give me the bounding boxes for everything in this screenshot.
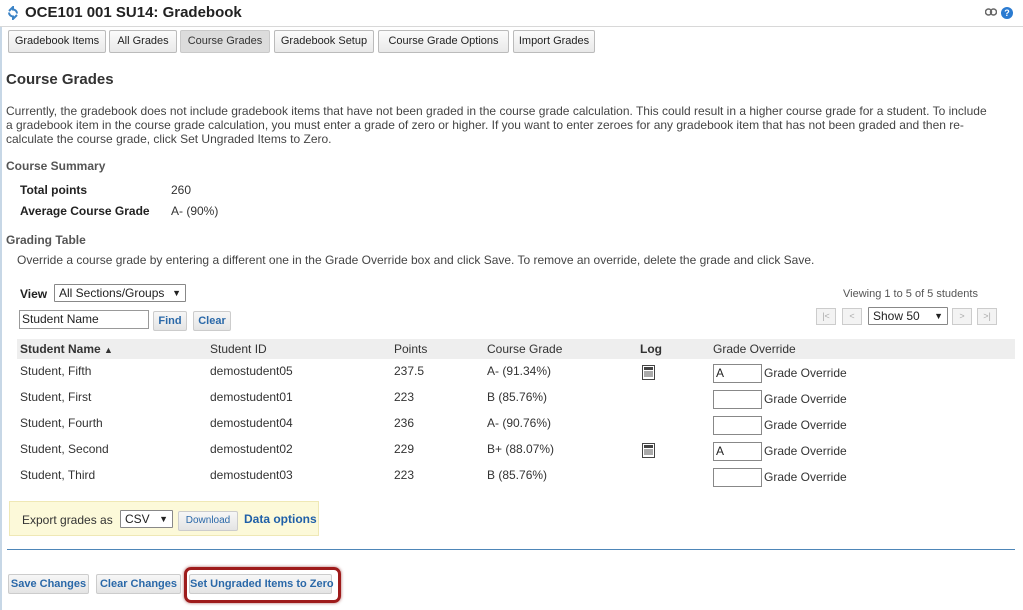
dropdown-arrow-icon: ▼ [934,311,943,321]
tab-course-grade-options[interactable]: Course Grade Options [378,30,509,53]
divider [7,549,1015,550]
download-button[interactable]: Download [178,511,238,531]
student-search-input[interactable]: Student Name [19,310,149,329]
refresh-icon[interactable] [7,6,19,20]
section-heading: Course Grades [6,71,114,88]
intro-line-2: a gradebook item in the course grade cal… [6,118,964,132]
log-icon[interactable] [642,443,655,458]
prev-page-button[interactable]: < [842,308,862,325]
grade-override-input[interactable] [713,468,762,487]
export-label: Export grades as [22,513,113,527]
left-border [0,27,2,610]
course-grade-cell: B (85.76%) [487,390,548,404]
clear-changes-button[interactable]: Clear Changes [96,574,181,594]
grading-table-heading: Grading Table [6,233,86,247]
tab-gradebook-items[interactable]: Gradebook Items [8,30,106,53]
data-options-link[interactable]: Data options [244,512,317,526]
view-section-select[interactable]: All Sections/Groups ▼ [54,284,186,302]
points-cell: 223 [394,468,415,482]
tab-import-grades[interactable]: Import Grades [513,30,595,53]
total-points-value: 260 [171,183,192,197]
grade-override-label: Grade Override [764,366,847,380]
clear-search-button[interactable]: Clear [193,311,231,331]
save-changes-button[interactable]: Save Changes [8,574,89,594]
student-name-cell: Student, Fourth [20,416,103,430]
next-page-button[interactable]: > [952,308,972,325]
tab-gradebook-setup[interactable]: Gradebook Setup [274,30,374,53]
average-grade-label: Average Course Grade [20,204,150,218]
column-course-grade[interactable]: Course Grade [487,342,562,356]
student-id-cell: demostudent03 [210,468,293,482]
points-cell: 223 [394,390,415,404]
highlight-annotation [184,567,341,603]
column-student-name-label: Student Name [20,342,101,356]
course-grade-cell: B (85.76%) [487,468,548,482]
page-title: OCE101 001 SU14: Gradebook [25,4,242,21]
grade-override-input[interactable] [713,416,762,435]
tab-all-grades[interactable]: All Grades [109,30,177,53]
export-panel: Export grades as CSV ▼ Download Data opt… [9,501,319,536]
column-points[interactable]: Points [394,342,427,356]
course-grade-cell: A- (90.76%) [487,416,552,430]
course-summary-heading: Course Summary [6,159,106,173]
export-format-select[interactable]: CSV ▼ [120,510,173,528]
grade-override-label: Grade Override [764,444,847,458]
grade-override-input[interactable] [713,390,762,409]
grade-override-input[interactable]: A [713,364,762,383]
title-bar: OCE101 001 SU14: Gradebook ? [0,0,1023,27]
average-grade-value: A- (90%) [171,204,219,218]
page-size-value: Show 50 [873,309,920,323]
find-button[interactable]: Find [153,311,187,331]
last-page-button[interactable]: >| [977,308,997,325]
dropdown-arrow-icon: ▼ [172,288,181,298]
tab-course-grades[interactable]: Course Grades [180,30,270,53]
total-points-label: Total points [20,183,88,197]
points-cell: 237.5 [394,364,425,378]
course-grade-cell: A- (91.34%) [487,364,552,378]
intro-paragraph: Currently, the gradebook does not includ… [6,104,1016,146]
grading-table-header: Student Name ▲ Student ID Points Course … [17,339,1015,359]
student-id-cell: demostudent04 [210,416,293,430]
link-icon[interactable] [985,8,997,16]
course-grade-cell: B+ (88.07%) [487,442,555,456]
grade-override-input[interactable]: A [713,442,762,461]
column-student-name[interactable]: Student Name ▲ [20,342,113,356]
grade-override-label: Grade Override [764,470,847,484]
grading-instructions: Override a course grade by entering a di… [17,253,815,267]
points-cell: 236 [394,416,415,430]
export-format-value: CSV [125,512,150,526]
intro-line-3: calculate the course grade, click Set Un… [6,132,332,146]
view-select-value: All Sections/Groups [59,286,165,300]
grade-override-label: Grade Override [764,392,847,406]
log-icon[interactable] [642,365,655,380]
student-name-cell: Student, First [20,390,92,404]
column-log: Log [640,342,662,356]
page-size-select[interactable]: Show 50 ▼ [868,307,948,325]
student-name-cell: Student, Third [20,468,96,482]
student-id-cell: demostudent02 [210,442,293,456]
student-id-cell: demostudent01 [210,390,293,404]
points-cell: 229 [394,442,415,456]
help-icon[interactable]: ? [1001,7,1013,19]
dropdown-arrow-icon: ▼ [159,514,168,524]
student-name-cell: Student, Fifth [20,364,92,378]
student-name-cell: Student, Second [20,442,109,456]
viewing-count: Viewing 1 to 5 of 5 students [843,288,978,300]
first-page-button[interactable]: |< [816,308,836,325]
intro-line-1: Currently, the gradebook does not includ… [6,104,987,118]
student-id-cell: demostudent05 [210,364,293,378]
column-student-id[interactable]: Student ID [210,342,267,356]
column-grade-override: Grade Override [713,342,796,356]
view-label: View [20,287,48,301]
sort-ascending-icon: ▲ [104,345,113,355]
grade-override-label: Grade Override [764,418,847,432]
